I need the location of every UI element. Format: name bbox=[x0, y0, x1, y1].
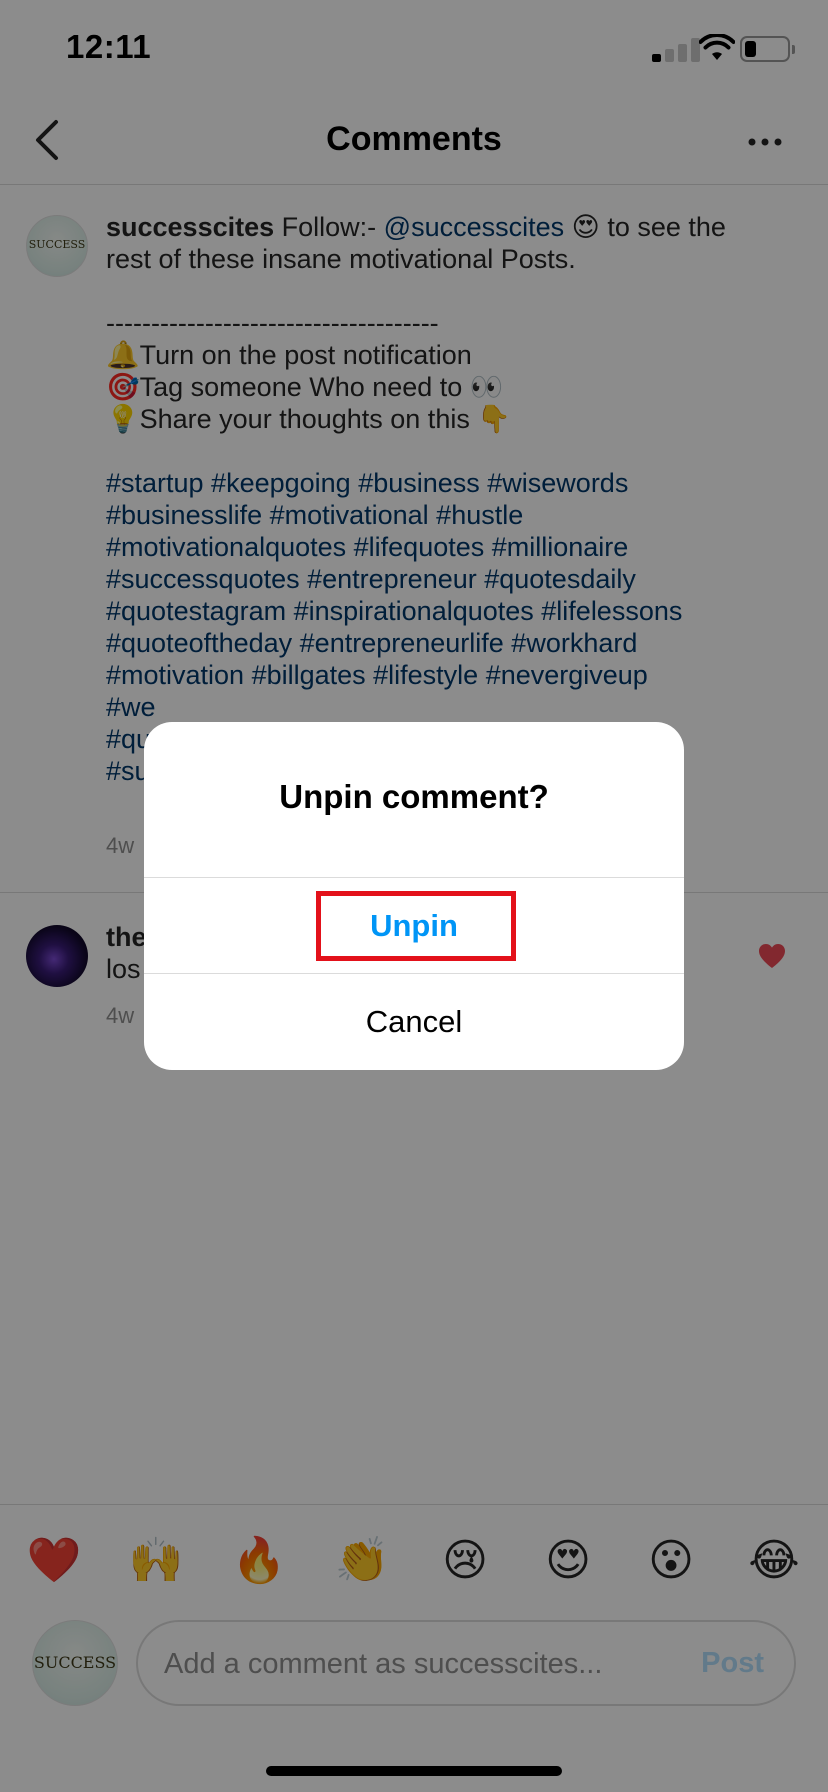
dialog-title: Unpin comment? bbox=[279, 778, 549, 815]
unpin-highlight-box bbox=[316, 891, 516, 961]
cancel-button[interactable]: Cancel bbox=[144, 974, 684, 1069]
